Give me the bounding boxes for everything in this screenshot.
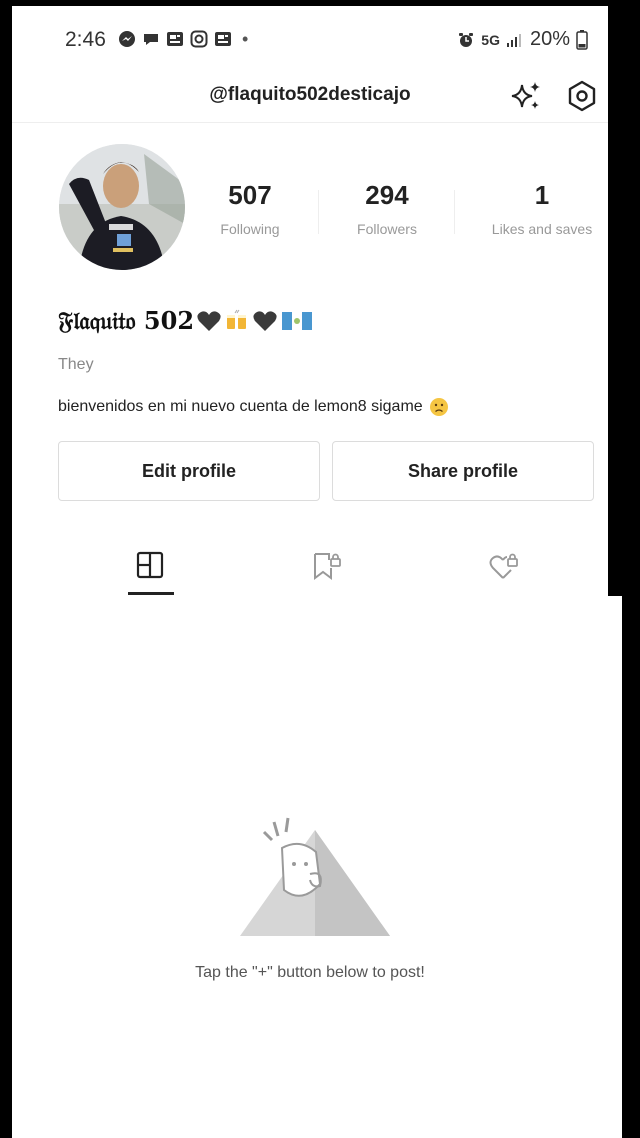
- pronouns: They: [58, 356, 94, 373]
- empty-state-illustration: [240, 817, 390, 936]
- display-name-text: 𝔉𝔩𝔞𝔮𝔲𝔦𝔱𝔬 502: [58, 306, 195, 335]
- edit-profile-button[interactable]: Edit profile: [58, 441, 320, 501]
- heart-lock-icon: [489, 553, 518, 579]
- bookmark-lock-icon: [314, 553, 341, 580]
- profile-header: @flaquito502desticajo: [12, 70, 608, 123]
- empty-state-text: Tap the "+" button below to post!: [195, 964, 425, 981]
- display-name: 𝔉𝔩𝔞𝔮𝔲𝔦𝔱𝔬 502: [58, 306, 314, 335]
- alarm-icon: [459, 32, 474, 47]
- grid-icon: [136, 551, 164, 579]
- more-notifications-dot: •: [242, 29, 249, 49]
- status-bar: 2:46 • 5G 20%: [12, 6, 608, 70]
- stat-likes[interactable]: 1 Likes and saves: [482, 180, 602, 237]
- chat-icon: [144, 34, 158, 45]
- bio: bienvenidos en mi nuevo cuenta de lemon8…: [58, 397, 449, 417]
- news-icon-2: [215, 32, 231, 46]
- instagram-icon: [190, 30, 208, 48]
- network-type: 5G: [481, 31, 500, 48]
- followers-count: 294: [365, 180, 409, 210]
- system-status: 5G 20%: [457, 28, 588, 51]
- beer-cheers-icon: [227, 309, 247, 329]
- followers-label: Followers: [357, 221, 417, 237]
- notification-icons: •: [118, 30, 248, 48]
- battery-percent: 20%: [529, 28, 570, 50]
- guatemala-flag-icon: [282, 311, 313, 330]
- news-icon: [167, 32, 183, 46]
- stat-divider: [318, 190, 319, 234]
- following-count: 507: [228, 180, 272, 210]
- bio-text: bienvenidos en mi nuevo cuenta de lemon8…: [58, 398, 423, 415]
- active-tab-indicator: [128, 592, 174, 595]
- profile-tabs: [32, 540, 608, 597]
- share-profile-button[interactable]: Share profile: [332, 441, 594, 501]
- battery-icon: [576, 29, 588, 50]
- following-label: Following: [220, 221, 280, 237]
- tab-liked[interactable]: [444, 540, 564, 596]
- tab-saved[interactable]: [266, 540, 386, 596]
- avatar[interactable]: [59, 144, 185, 270]
- messenger-icon: [119, 31, 135, 47]
- stat-divider: [454, 190, 455, 234]
- sparkle-icon[interactable]: [508, 78, 544, 114]
- frowning-face-icon: [429, 398, 448, 416]
- black-heart-icon-2: [253, 310, 277, 331]
- tab-posts[interactable]: [90, 540, 210, 596]
- black-heart-icon: [197, 310, 221, 331]
- settings-icon[interactable]: [564, 78, 600, 114]
- stat-followers[interactable]: 294 Followers: [342, 180, 432, 237]
- signal-icon: [506, 33, 521, 47]
- avatar-photo: [59, 144, 185, 270]
- likes-count: 1: [534, 180, 550, 210]
- status-time: 2:46: [65, 28, 106, 51]
- stat-following[interactable]: 507 Following: [212, 180, 288, 237]
- likes-label: Likes and saves: [491, 221, 593, 237]
